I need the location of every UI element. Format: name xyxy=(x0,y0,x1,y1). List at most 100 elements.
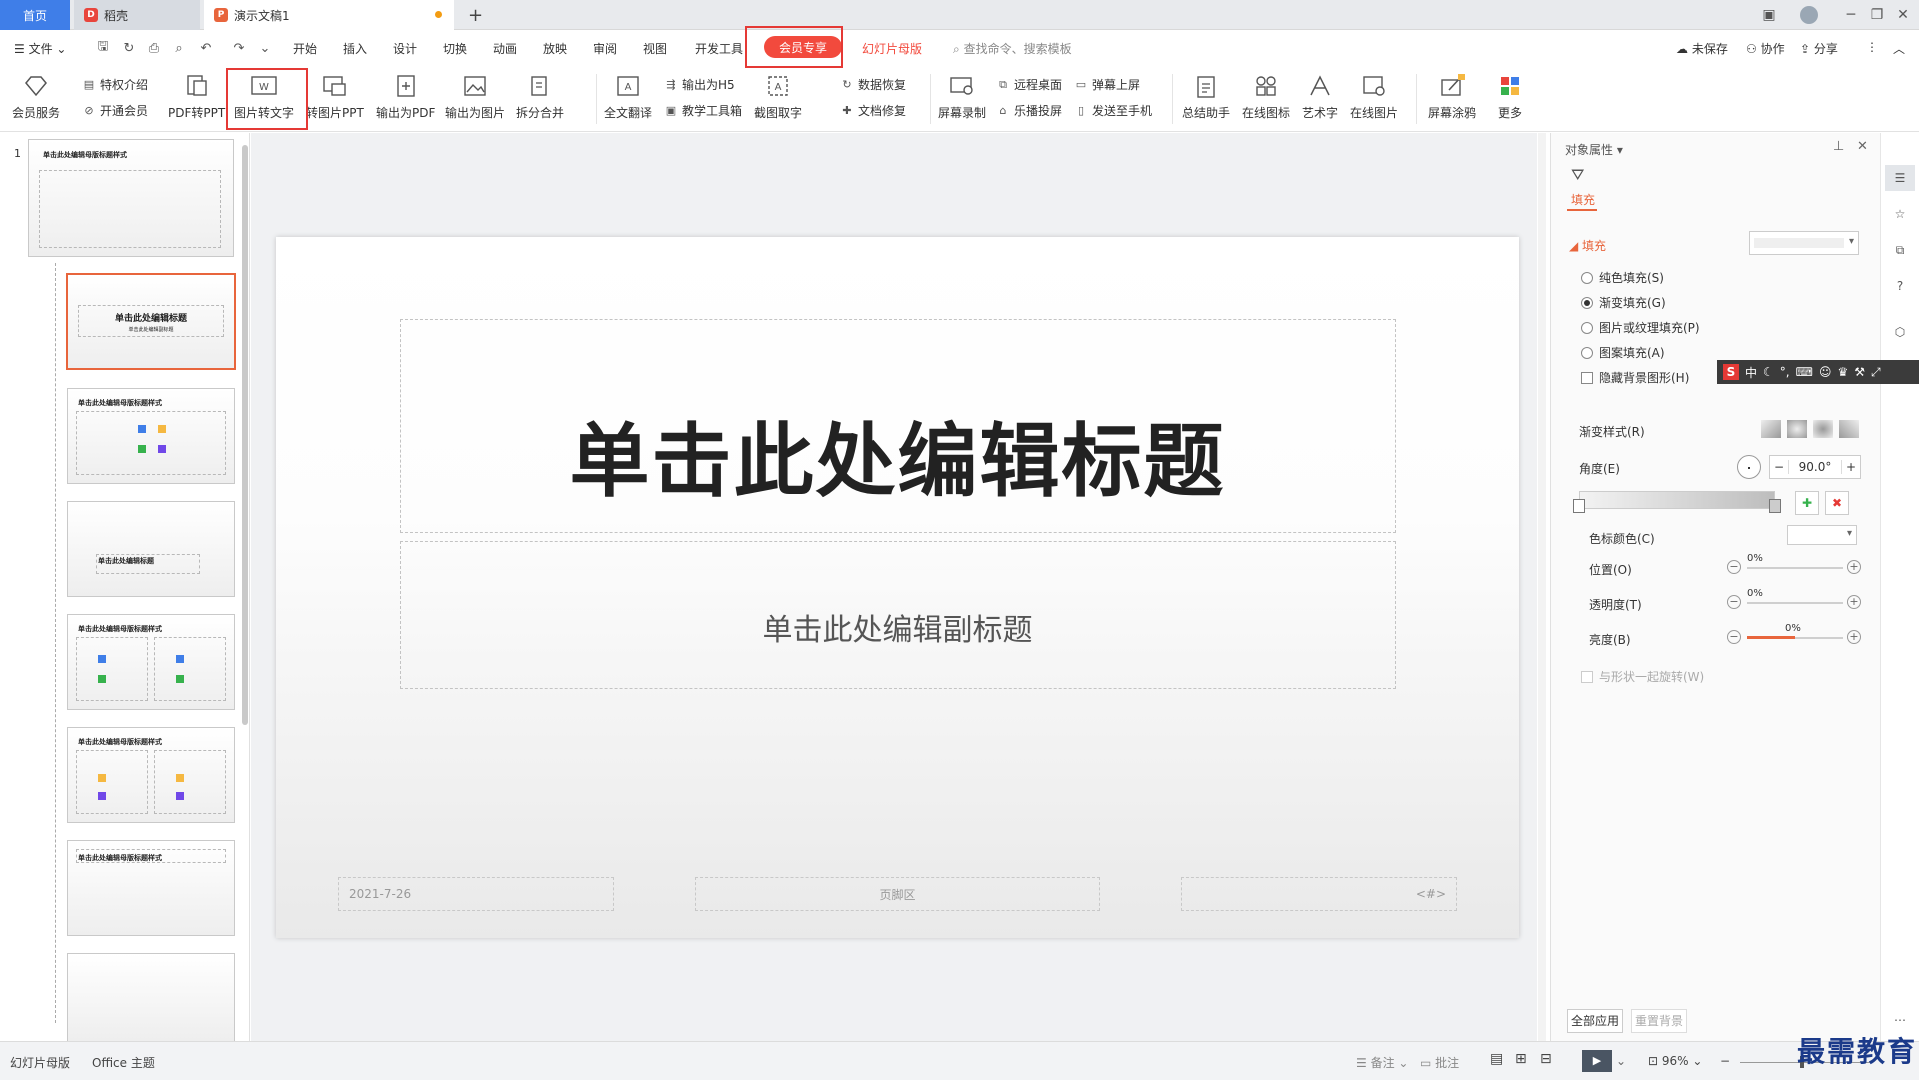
play-options-icon[interactable]: ⌄ xyxy=(1616,1054,1626,1068)
image-to-ppt-button[interactable]: 转图片PPT xyxy=(306,72,364,121)
split-merge-button[interactable]: 拆分合并 xyxy=(516,72,564,121)
menu-slide-master[interactable]: 幻灯片母版 xyxy=(862,40,922,57)
thumbnail-section-layout[interactable]: 单击此处编辑标题 xyxy=(67,501,235,597)
canvas-scrollbar[interactable] xyxy=(1538,133,1546,1041)
cube-icon[interactable]: ⬡ xyxy=(1885,319,1915,345)
thumbnail-master[interactable]: 单击此处编辑母版标题样式 xyxy=(28,139,234,257)
properties-icon[interactable]: ☰ xyxy=(1885,165,1915,191)
slide[interactable]: 单击此处编辑标题 单击此处编辑副标题 2021-7-26 页脚区 <#> xyxy=(276,237,1519,938)
menu-start[interactable]: 开始 xyxy=(293,40,317,57)
menu-design[interactable]: 设计 xyxy=(393,40,417,57)
thumbnail-two-content-layout[interactable]: 单击此处编辑母版标题样式 xyxy=(67,614,235,710)
copy-icon[interactable]: ⧉ xyxy=(1885,237,1915,263)
export-icon[interactable]: ↻ xyxy=(120,39,138,57)
skin-icon[interactable]: ♛ xyxy=(1837,365,1848,379)
menu-developer[interactable]: 开发工具 xyxy=(695,40,743,57)
pattern-fill-radio[interactable]: 图案填充(A) xyxy=(1581,344,1665,361)
pin-icon[interactable]: ⊥ xyxy=(1833,139,1844,154)
gradient-path-icon[interactable] xyxy=(1839,420,1859,438)
thumbnail-comparison-layout[interactable]: 单击此处编辑母版标题样式 xyxy=(67,727,235,823)
fill-section-toggle[interactable]: ◢ 填充 xyxy=(1569,237,1606,254)
more-icon[interactable]: ⋮ xyxy=(1866,40,1878,54)
screen-record-button[interactable]: 屏幕录制 xyxy=(938,72,986,121)
play-button[interactable]: ▶ xyxy=(1582,1050,1612,1072)
danmaku-button[interactable]: ▭ 弹幕上屏 xyxy=(1074,76,1140,93)
tab-home[interactable]: 首页 xyxy=(0,0,70,30)
transparency-minus-icon[interactable]: − xyxy=(1727,595,1741,609)
hide-bg-checkbox[interactable]: 隐藏背景图形(H) xyxy=(1581,369,1689,386)
summary-button[interactable]: 总结助手 xyxy=(1182,72,1230,121)
normal-view-icon[interactable]: ▤ xyxy=(1490,1051,1503,1067)
slide-subtitle[interactable]: 单击此处编辑副标题 xyxy=(276,605,1519,649)
decrement-icon[interactable]: − xyxy=(1770,460,1788,474)
reading-view-icon[interactable]: ⊟ xyxy=(1540,1051,1552,1067)
tab-document[interactable]: P 演示文稿1 xyxy=(204,0,454,30)
angle-value[interactable]: 90.0° xyxy=(1788,460,1842,474)
doc-repair-button[interactable]: ✚ 文档修复 xyxy=(840,102,906,119)
tab-daoke[interactable]: D 稻壳 xyxy=(74,0,200,30)
unsaved-button[interactable]: ☁ 未保存 xyxy=(1676,40,1728,57)
online-icon-button[interactable]: 在线图标 xyxy=(1242,72,1290,121)
comments-button[interactable]: ▭ 批注 xyxy=(1420,1054,1459,1071)
menu-view[interactable]: 视图 xyxy=(643,40,667,57)
stop-color-dropdown[interactable]: ▾ xyxy=(1787,525,1857,545)
user-icon[interactable]: ☺ xyxy=(1819,365,1832,379)
menu-animation[interactable]: 动画 xyxy=(493,40,517,57)
collab-button[interactable]: ⚇ 协作 xyxy=(1746,40,1785,57)
privilege-intro-button[interactable]: ▤ 特权介绍 xyxy=(82,76,148,93)
gradient-linear-icon[interactable] xyxy=(1761,420,1781,438)
thumbnail-content-layout[interactable]: 单击此处编辑母版标题样式 xyxy=(67,388,235,484)
position-slider[interactable] xyxy=(1747,567,1843,569)
collapse-icon[interactable]: ︿ xyxy=(1893,40,1905,57)
status-theme[interactable]: Office 主题 xyxy=(92,1054,155,1071)
cast-button[interactable]: ⌂ 乐播投屏 xyxy=(996,102,1063,119)
transparency-plus-icon[interactable]: + xyxy=(1847,595,1861,609)
gradient-rect-icon[interactable] xyxy=(1813,420,1833,438)
member-service-button[interactable]: 会员服务 xyxy=(12,72,60,121)
teach-tools-button[interactable]: ▣ 教学工具箱 xyxy=(664,102,742,119)
menu-slideshow[interactable]: 放映 xyxy=(543,40,567,57)
online-picture-button[interactable]: 在线图片 xyxy=(1350,72,1398,121)
zoom-out-icon[interactable]: − xyxy=(1720,1054,1730,1068)
close-icon[interactable]: ✕ xyxy=(1886,0,1919,30)
redo-icon[interactable]: ↷ xyxy=(230,39,248,57)
punct-icon[interactable]: °, xyxy=(1780,365,1790,379)
open-member-button[interactable]: ⊘ 开通会员 xyxy=(82,102,148,119)
search-input[interactable]: ⌕ 查找命令、搜索模板 xyxy=(953,40,1072,57)
export-image-button[interactable]: 输出为图片 xyxy=(445,72,505,121)
reset-bg-button[interactable]: 重置背景 xyxy=(1631,1009,1687,1033)
star-icon[interactable]: ☆ xyxy=(1885,201,1915,227)
transparency-slider[interactable] xyxy=(1747,602,1843,604)
increment-icon[interactable]: + xyxy=(1842,460,1860,474)
export-pdf-button[interactable]: 输出为PDF xyxy=(376,72,435,121)
sogou-icon[interactable]: S xyxy=(1723,364,1739,380)
keyboard-icon[interactable]: ⌨ xyxy=(1796,365,1813,379)
brightness-minus-icon[interactable]: − xyxy=(1727,630,1741,644)
wordart-button[interactable]: 艺术字 xyxy=(1302,72,1338,121)
thumbnail-title-only-layout[interactable]: 单击此处编辑母版标题样式 xyxy=(67,840,235,936)
expand-icon[interactable]: ⤢ xyxy=(1871,365,1881,380)
position-minus-icon[interactable]: − xyxy=(1727,560,1741,574)
moon-icon[interactable]: ☾ xyxy=(1763,365,1774,379)
print-icon[interactable]: ⎙ xyxy=(145,39,163,57)
more-button[interactable]: 更多 xyxy=(1496,72,1524,121)
sorter-view-icon[interactable]: ⊞ xyxy=(1515,1051,1527,1067)
wrench-icon[interactable]: ⚒ xyxy=(1854,365,1865,379)
fit-icon[interactable]: ⊡ 96% ⌄ xyxy=(1648,1054,1702,1068)
undo-icon[interactable]: ↶ xyxy=(197,39,215,57)
gradient-stop-start[interactable] xyxy=(1573,499,1585,513)
screen-paint-button[interactable]: 屏幕涂鸦 xyxy=(1428,72,1476,121)
date-placeholder[interactable]: 2021-7-26 xyxy=(338,877,614,911)
picture-fill-radio[interactable]: 图片或纹理填充(P) xyxy=(1581,319,1700,336)
avatar[interactable] xyxy=(1792,0,1826,30)
notes-button[interactable]: ☰ 备注 ⌄ xyxy=(1356,1054,1408,1071)
gradient-stop-end[interactable] xyxy=(1769,499,1781,513)
gradient-fill-radio[interactable]: 渐变填充(G) xyxy=(1581,294,1666,311)
rotate-with-shape-checkbox[interactable]: 与形状一起旋转(W) xyxy=(1581,668,1704,685)
export-h5-button[interactable]: ⇶ 输出为H5 xyxy=(664,76,734,93)
status-master[interactable]: 幻灯片母版 xyxy=(10,1054,70,1071)
thumbnail-blank-layout[interactable] xyxy=(67,953,235,1041)
brightness-plus-icon[interactable]: + xyxy=(1847,630,1861,644)
tab-fill[interactable]: 填充 xyxy=(1571,191,1595,208)
customize-icon[interactable]: ⌄ xyxy=(256,39,274,57)
